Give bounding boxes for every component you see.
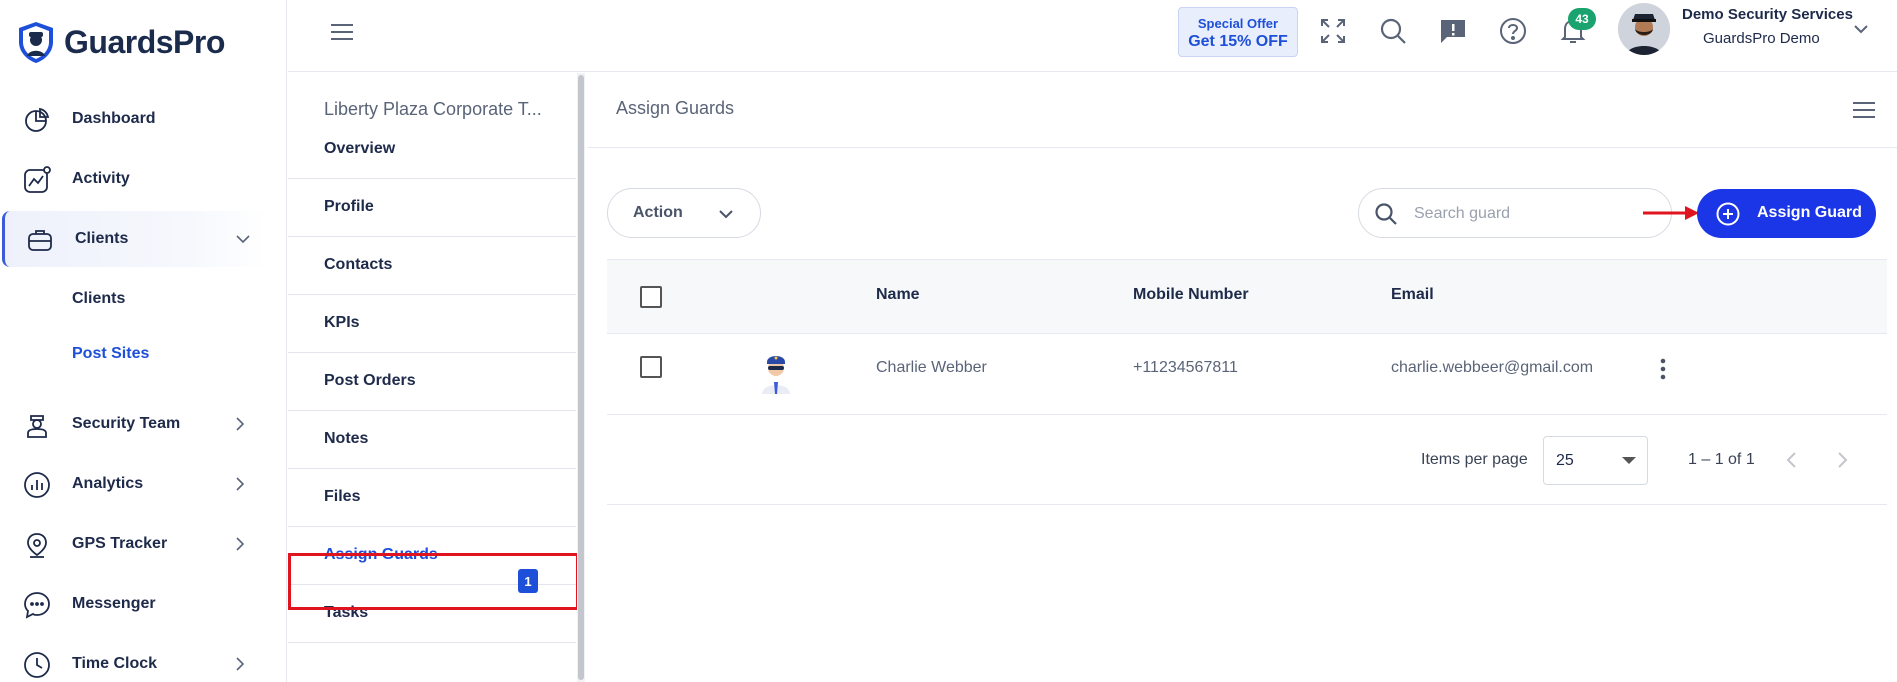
page-title: Assign Guards (616, 98, 735, 118)
avatar[interactable] (1618, 3, 1670, 55)
fullscreen-icon[interactable] (1318, 16, 1348, 46)
subnav-item-label: Profile (324, 198, 374, 215)
chevron-down-icon[interactable] (1852, 20, 1870, 38)
table-row[interactable] (607, 334, 1887, 415)
next-page-icon[interactable] (1833, 448, 1851, 472)
post-site-title: Liberty Plaza Corporate T... (324, 99, 542, 119)
subnav-item-files[interactable]: Files (288, 469, 576, 527)
assign-guard-button[interactable]: Assign Guard (1697, 189, 1876, 238)
subnav-scrollbar[interactable] (577, 73, 585, 682)
sidebar-item-security-team[interactable]: Security Team (0, 396, 287, 452)
sidebar-item-time-clock[interactable]: Time Clock (0, 636, 287, 682)
chevron-right-icon (236, 477, 245, 491)
column-header-name[interactable]: Name (876, 286, 920, 304)
briefcase-icon (28, 230, 52, 251)
search-guard-field[interactable] (1358, 188, 1672, 238)
subnav-item-label: Notes (324, 430, 369, 447)
sidebar-item-label: GPS Tracker (72, 535, 168, 552)
sidebar-item-label: Analytics (72, 475, 144, 492)
pagination-range: 1 – 1 of 1 (1688, 451, 1755, 468)
chevron-right-icon (236, 537, 245, 551)
sidebar-subitem-post-sites[interactable]: Post Sites (72, 345, 149, 363)
feedback-icon[interactable] (1438, 16, 1468, 46)
main-header (588, 73, 1897, 148)
user-company: GuardsPro Demo (1703, 30, 1820, 47)
search-icon (1375, 203, 1397, 225)
sidebar-item-activity[interactable]: Activity (0, 151, 287, 207)
column-header-email[interactable]: Email (1391, 286, 1434, 304)
sidebar: GuardsPro Dashboard Activity Clients Cli… (0, 0, 287, 682)
subnav-item-overview[interactable]: Overview (288, 121, 576, 179)
scrollbar-thumb[interactable] (578, 75, 584, 680)
sidebar-item-label: Clients (75, 230, 129, 247)
items-per-page-label: Items per page (1421, 451, 1528, 468)
sidebar-item-label: Messenger (72, 595, 156, 612)
shield-guard-icon (19, 22, 53, 63)
sidebar-item-label: Security Team (72, 415, 181, 432)
subnav-item-label: Contacts (324, 256, 393, 273)
sidebar-item-label: Activity (72, 170, 130, 187)
plus-circle-icon (1716, 202, 1740, 226)
items-per-page-value: 25 (1556, 452, 1574, 469)
notification-count-badge: 43 (1568, 8, 1596, 30)
assign-guards-count-badge: 1 (518, 569, 538, 593)
action-dropdown-label: Action (633, 204, 683, 221)
arrow-annotation-icon (1643, 206, 1699, 220)
clock-icon (24, 652, 50, 678)
sidebar-subitem-clients[interactable]: Clients (72, 290, 125, 308)
subnav-item-label: Files (324, 488, 361, 505)
sidebar-item-dashboard[interactable]: Dashboard (0, 91, 287, 147)
sidebar-item-label: Dashboard (72, 110, 156, 127)
activity-icon (24, 166, 51, 193)
brand-logo[interactable]: GuardsPro (16, 20, 225, 64)
offer-title: Special Offer (1197, 16, 1279, 31)
column-header-mobile[interactable]: Mobile Number (1133, 286, 1249, 304)
subnav-item-notes[interactable]: Notes (288, 411, 576, 469)
subnav-item-label: KPIs (324, 314, 360, 331)
subnav-item-label: Post Orders (324, 372, 416, 389)
brand-name: GuardsPro (64, 23, 225, 60)
search-input[interactable] (1414, 202, 1654, 226)
dropdown-caret-icon (1622, 457, 1636, 464)
assign-guard-button-label: Assign Guard (1757, 204, 1862, 221)
location-pin-icon (27, 533, 47, 558)
dashboard-icon (25, 107, 50, 132)
guard-mobile: +11234567811 (1133, 359, 1238, 376)
subnav-item-label: Overview (324, 140, 396, 157)
user-name[interactable]: Demo Security Services (1682, 6, 1853, 23)
hamburger-menu-icon[interactable] (330, 22, 354, 42)
sidebar-item-label: Time Clock (72, 655, 158, 672)
analytics-icon (24, 472, 50, 498)
guard-avatar-icon (762, 356, 790, 394)
user-avatar-icon (1618, 3, 1670, 55)
items-per-page-select[interactable]: 25 (1543, 436, 1648, 485)
search-icon[interactable] (1378, 16, 1408, 46)
sidebar-item-clients[interactable]: Clients (2, 211, 267, 267)
previous-page-icon[interactable] (1783, 448, 1801, 472)
action-dropdown[interactable]: Action (607, 188, 761, 238)
subnav-item-contacts[interactable]: Contacts (288, 237, 576, 295)
guard-icon (27, 415, 47, 438)
sidebar-item-analytics[interactable]: Analytics (0, 456, 287, 512)
sidebar-item-messenger[interactable]: Messenger (0, 576, 287, 632)
guard-email: charlie.webbeer@gmail.com (1391, 359, 1594, 376)
subnav-item-profile[interactable]: Profile (288, 179, 576, 237)
select-all-checkbox[interactable] (640, 286, 662, 308)
row-checkbox[interactable] (640, 356, 662, 378)
menu-icon[interactable] (1852, 100, 1876, 120)
special-offer-button[interactable]: Special Offer Get 15% OFF (1178, 7, 1298, 57)
subnav-item-post-orders[interactable]: Post Orders (288, 353, 576, 411)
sidebar-item-gps-tracker[interactable]: GPS Tracker (0, 516, 287, 572)
chevron-right-icon (236, 657, 245, 671)
guard-name: Charlie Webber (876, 359, 987, 376)
chevron-down-icon (719, 210, 733, 219)
chat-icon (24, 592, 50, 619)
chevron-right-icon (236, 417, 245, 431)
chevron-down-icon (236, 235, 250, 244)
subnav-item-kpis[interactable]: KPIs (288, 295, 576, 353)
help-icon[interactable] (1498, 16, 1528, 46)
more-options-icon[interactable] (1658, 357, 1668, 381)
offer-discount: Get 15% OFF (1188, 33, 1288, 50)
